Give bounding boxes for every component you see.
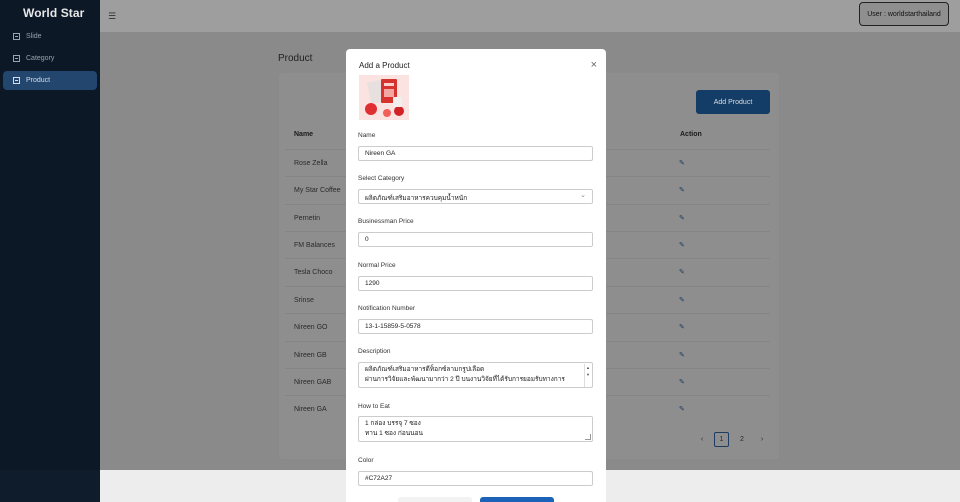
how-to-eat-label: How to Eat: [358, 403, 390, 410]
product-name: Nireen GA: [294, 406, 327, 413]
product-name: Tesla Choco: [294, 269, 333, 276]
user-menu-button[interactable]: User : worldstarthailand: [859, 2, 949, 26]
name-input[interactable]: Nireen GA: [358, 146, 593, 161]
product-image-graphic: [359, 75, 409, 120]
modal-title: Add a Product: [359, 61, 410, 70]
textarea-scrollbar[interactable]: ▲ ▼: [584, 364, 591, 387]
pagination-page-1[interactable]: 1: [714, 432, 729, 447]
edit-icon[interactable]: ✎: [679, 186, 685, 194]
color-input[interactable]: #C72A27: [358, 471, 593, 486]
table-icon: [13, 77, 20, 84]
how-to-eat-line: 1 กล่อง บรรจุ 7 ซอง: [365, 420, 421, 427]
pagination-next-button[interactable]: ›: [757, 432, 767, 447]
edit-icon[interactable]: ✎: [679, 159, 685, 167]
description-textarea[interactable]: ผลิตภัณฑ์เสริมอาหารดีท็อกซ์ลามกรูปเลือด …: [358, 362, 593, 388]
brand-logo[interactable]: World Star: [23, 6, 84, 20]
resize-handle-icon[interactable]: [585, 434, 591, 440]
edit-icon[interactable]: ✎: [679, 241, 685, 249]
save-button[interactable]: [480, 497, 554, 502]
pagination-prev-button[interactable]: ‹: [697, 432, 707, 447]
sidebar-item-label: Slide: [26, 33, 42, 40]
description-label: Description: [358, 348, 391, 355]
hamburger-icon[interactable]: ☰: [108, 11, 116, 22]
product-image[interactable]: [359, 75, 409, 120]
table-icon: [13, 33, 20, 40]
businessman-price-input[interactable]: 0: [358, 232, 593, 247]
pagination-page-2[interactable]: 2: [736, 432, 748, 447]
add-product-modal: Add a Product × Name Nireen GA Select Ca…: [346, 49, 606, 502]
description-line: ผลิตภัณฑ์เสริมอาหารดีท็อกซ์ลามกรูปเลือด: [365, 366, 485, 373]
edit-icon[interactable]: ✎: [679, 296, 685, 304]
normal-price-input[interactable]: 1290: [358, 276, 593, 291]
edit-icon[interactable]: ✎: [679, 378, 685, 386]
color-label: Color: [358, 457, 374, 464]
product-name: Nireen GAB: [294, 379, 332, 386]
how-to-eat-textarea[interactable]: 1 กล่อง บรรจุ 7 ซอง ทาน 1 ซอง ก่อนนอน: [358, 416, 593, 442]
close-icon[interactable]: ×: [591, 59, 597, 71]
description-line: ผ่านการวิจัยและพัฒนามากว่า 2 ปี บนงานวิจ…: [365, 376, 565, 383]
product-name: My Star Coffee: [294, 187, 341, 194]
category-select[interactable]: ผลิตภัณฑ์เสริมอาหารควบคุมน้ำหนัก ⌄: [358, 189, 593, 204]
column-header-name: Name: [294, 131, 314, 138]
product-name: FM Balances: [294, 242, 335, 249]
notification-number-label: Notification Number: [358, 305, 416, 312]
page-title: Product: [278, 53, 313, 64]
edit-icon[interactable]: ✎: [679, 214, 685, 222]
sidebar: World Star Slide Category Product: [0, 0, 100, 502]
edit-icon[interactable]: ✎: [679, 351, 685, 359]
sidebar-item-label: Product: [26, 77, 51, 84]
product-name: Nireen GB: [294, 352, 327, 359]
how-to-eat-line: ทาน 1 ซอง ก่อนนอน: [365, 430, 423, 437]
add-product-button[interactable]: Add Product: [696, 90, 770, 114]
chevron-down-icon: ⌄: [580, 192, 586, 199]
businessman-price-label: Businessman Price: [358, 218, 414, 225]
column-header-action: Action: [680, 131, 702, 138]
edit-icon[interactable]: ✎: [679, 323, 685, 331]
table-icon: [13, 55, 20, 62]
category-label: Select Category: [358, 175, 405, 182]
cancel-button[interactable]: [398, 497, 472, 502]
edit-icon[interactable]: ✎: [679, 405, 685, 413]
name-label: Name: [358, 132, 376, 139]
product-name: Pernetin: [294, 215, 321, 222]
sidebar-item-slide[interactable]: Slide: [3, 27, 97, 46]
top-bar: ☰ User : worldstarthailand: [100, 0, 960, 32]
product-name: Nireen GO: [294, 324, 328, 331]
product-name: Rose Zella: [294, 160, 328, 167]
sidebar-item-product[interactable]: Product: [3, 71, 97, 90]
notification-number-input[interactable]: 13-1-15859-5-0578: [358, 319, 593, 334]
sidebar-item-category[interactable]: Category: [3, 49, 97, 68]
category-select-value: ผลิตภัณฑ์เสริมอาหารควบคุมน้ำหนัก: [365, 195, 468, 202]
sidebar-item-label: Category: [26, 55, 55, 62]
edit-icon[interactable]: ✎: [679, 268, 685, 276]
normal-price-label: Normal Price: [358, 262, 396, 269]
product-name: Srinse: [294, 297, 314, 304]
